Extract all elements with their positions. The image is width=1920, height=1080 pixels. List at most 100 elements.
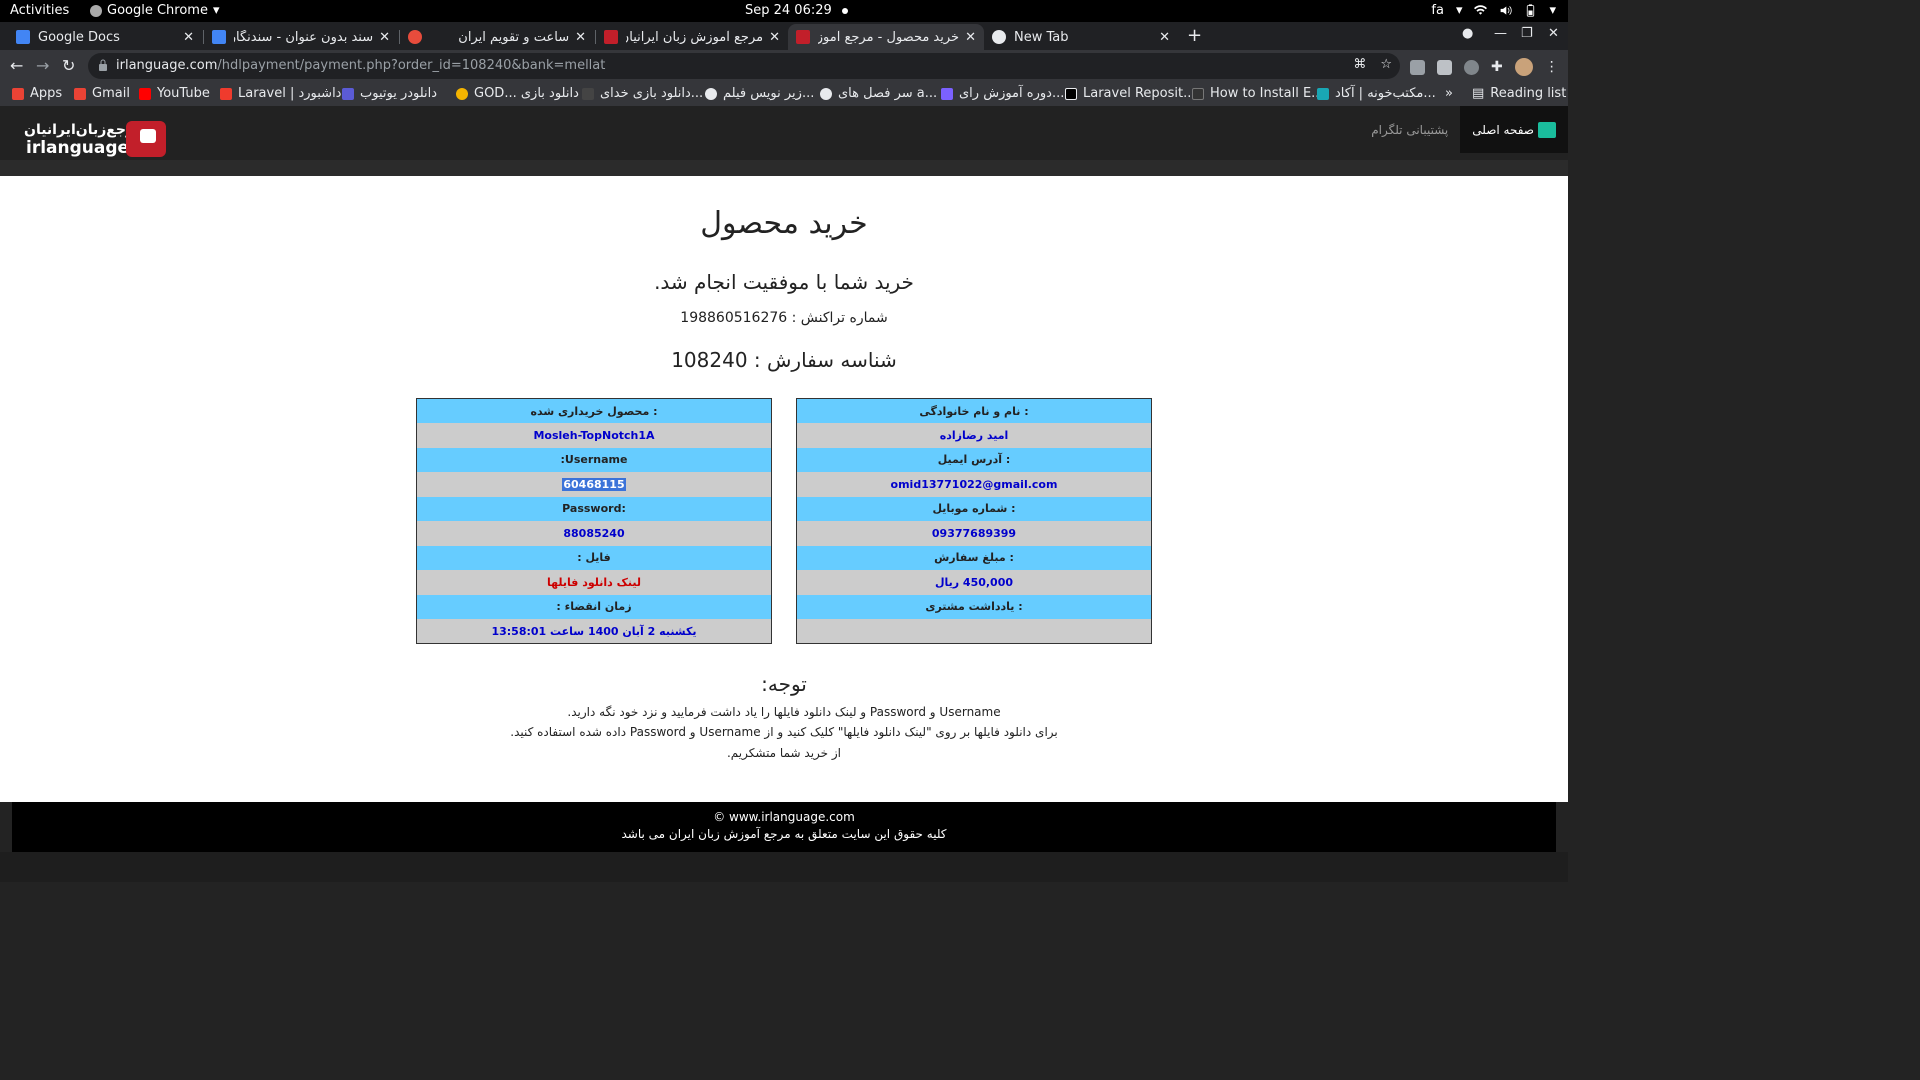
close-icon[interactable]: ✕: [769, 30, 780, 45]
success-message: خرید شما با موفقیت انجام شد.: [654, 270, 914, 294]
bookmark-chapters[interactable]: سر فصل های a...: [820, 86, 937, 101]
bookmark-label: سر فصل های a...: [838, 86, 938, 101]
bookmark-label: Laravel | داشبورد: [238, 86, 342, 101]
home-icon: [1538, 121, 1556, 138]
close-window-icon[interactable]: ✕: [1548, 26, 1559, 41]
bookmark-game-download[interactable]: دانلود بازی خدای...: [582, 86, 703, 101]
tab-irlanguage-home[interactable]: مرجع آموزش زبان ایرانیان - ✕: [596, 24, 788, 50]
tab-google-docs[interactable]: Google Docs ✕: [8, 24, 202, 50]
bookmark-maktabkhooneh[interactable]: مکتب‌خونه | آکاد...: [1317, 86, 1436, 101]
customer-name-label: : نام و نام خانوادگی: [796, 398, 1152, 423]
chrome-icon: [992, 30, 1006, 44]
restore-icon[interactable]: ❐: [1521, 26, 1533, 41]
bookmarks-overflow-icon[interactable]: »: [1445, 86, 1453, 101]
bookmark-course[interactable]: دوره آموزش رای...: [941, 86, 1064, 101]
avatar[interactable]: [1514, 58, 1533, 76]
app-menu-label: Google Chrome: [107, 3, 208, 18]
product-label: : محصول خریداری شده: [416, 398, 772, 423]
note-line-2: برای دانلود فایلها بر روی "لینک دانلود ف…: [510, 725, 1058, 739]
site-logo[interactable]: مرجع‌زبان‌ایرانیان irlanguage: [24, 118, 169, 160]
transaction-number: شماره تراکنش : 198860516276: [680, 310, 888, 326]
activities-button[interactable]: Activities: [10, 3, 69, 18]
tab-title: سند بدون عنوان - سندنگار: [234, 29, 374, 45]
main-content: خرید محصول خرید شما با موفقیت انجام شد. …: [0, 176, 1568, 802]
address-bar[interactable]: irlanguage.com/hdlpayment/payment.php?or…: [88, 53, 1400, 79]
lock-icon: [99, 59, 107, 71]
shield-icon[interactable]: [1437, 59, 1452, 75]
bookmark-god-game[interactable]: GOD... دانلود بازی: [456, 86, 579, 101]
note-line-1: Username و Password و لینک دانلود فایلها…: [567, 705, 1001, 719]
reading-list-button[interactable]: ▤ Reading list: [1472, 86, 1566, 101]
back-icon[interactable]: ←: [10, 56, 23, 75]
url-domain: irlanguage.com: [116, 58, 218, 73]
bookmark-label: دانلود بازی خدای...: [600, 86, 704, 101]
star-icon[interactable]: ☆: [1380, 57, 1392, 72]
new-tab-button[interactable]: +: [1187, 25, 1202, 46]
url-path: /hdlpayment/payment.php?order_id=108240&…: [217, 58, 606, 73]
password-value: 88085240: [416, 521, 772, 546]
tab-product-purchase[interactable]: خرید محصول - مرجع آموزش ✕: [788, 24, 984, 50]
tab-iran-calendar[interactable]: ساعت و تقویم ایران ✕: [400, 24, 594, 50]
bookmark-label: زیر نویس فیلم...: [723, 86, 815, 101]
bookmark-laravel-dashboard[interactable]: Laravel | داشبورد: [220, 86, 341, 101]
bookmark-apps[interactable]: Apps: [12, 86, 62, 101]
username-value[interactable]: 60468115: [562, 477, 626, 491]
bookmark-how-to-install[interactable]: How to Install E...: [1192, 86, 1324, 101]
menu-icon[interactable]: ⋮: [1545, 59, 1559, 75]
bookmarks-bar: Apps Gmail YouTube Laravel | داشبورد دان…: [0, 82, 1568, 106]
site-header: مرجع‌زبان‌ایرانیان irlanguage صفحه اصلی …: [0, 106, 1568, 160]
docs-icon: [212, 30, 226, 44]
subtitle-icon: [705, 87, 717, 100]
nav-home-link[interactable]: صفحه اصلی: [1460, 106, 1568, 153]
bookmark-subtitles[interactable]: زیر نویس فیلم...: [705, 86, 814, 101]
product-info-table: : محصول خریداری شده Mosleh-TopNotch1A Us…: [416, 398, 772, 644]
close-icon[interactable]: ✕: [1159, 30, 1170, 45]
gmail-icon: [74, 87, 86, 100]
note-line-3: از خرید شما متشکریم.: [726, 746, 842, 760]
close-icon[interactable]: ✕: [379, 30, 390, 45]
translate-icon[interactable]: ⌘: [1353, 57, 1366, 72]
bookmark-youtube-downloader[interactable]: دانلودر یوتیوب: [342, 86, 437, 101]
product-value: Mosleh-TopNotch1A: [416, 423, 772, 448]
puzzle-icon[interactable]: ✚: [1491, 59, 1503, 75]
page-bottom-background: [0, 852, 1568, 882]
app-menu[interactable]: Google Chrome ▾: [90, 3, 220, 18]
bookmark-youtube[interactable]: YouTube: [139, 86, 210, 101]
reload-icon[interactable]: ↻: [62, 56, 75, 75]
close-icon[interactable]: ✕: [965, 30, 976, 45]
forward-icon[interactable]: →: [36, 56, 49, 75]
email-label: : آدرس ایمیل: [796, 447, 1152, 472]
bookmark-gmail[interactable]: Gmail: [74, 86, 130, 101]
bookmark-label: دوره آموزش رای...: [959, 86, 1065, 101]
system-tray[interactable]: fa ▾ ▾: [1431, 3, 1556, 18]
tab-search-icon[interactable]: ●: [1462, 26, 1473, 41]
mobile-value: 09377689399: [796, 521, 1152, 546]
clock[interactable]: Sep 24 06:29: [745, 3, 848, 18]
chevron-down-icon: ▾: [212, 3, 220, 18]
close-icon[interactable]: ✕: [575, 30, 586, 45]
tab-sanadnegar[interactable]: سند بدون عنوان - سندنگار ✕: [204, 24, 398, 50]
extension-icon[interactable]: [1464, 59, 1479, 75]
order-amount-label: : مبلغ سفارش: [796, 545, 1152, 570]
close-icon[interactable]: ✕: [183, 30, 194, 45]
chevron-down-icon: ▾: [1455, 3, 1463, 18]
bookmark-label: YouTube: [157, 86, 210, 101]
bookmark-label: GOD... دانلود بازی: [474, 86, 579, 101]
expiry-label: زمان انقضاء :: [416, 594, 772, 619]
minimize-icon[interactable]: —: [1494, 26, 1507, 41]
install-icon: [1192, 87, 1204, 100]
youtube-icon: [139, 87, 151, 100]
calendar-icon: [408, 30, 422, 44]
bookmark-laravel-repository[interactable]: Laravel Reposit...: [1065, 86, 1196, 101]
footer-copyright: © www.irlanguage.com: [713, 810, 855, 824]
username-label: Username:: [416, 447, 772, 472]
tab-new-tab[interactable]: New Tab ✕: [984, 24, 1178, 50]
file-label: فایل :: [416, 545, 772, 570]
maktabkhooneh-icon: [1317, 87, 1329, 100]
extension-icon[interactable]: [1410, 59, 1425, 75]
download-link[interactable]: لینک دانلود فایلها: [416, 570, 772, 595]
tab-title: ساعت و تقویم ایران: [458, 29, 570, 45]
nav-telegram-support-link[interactable]: پشتیبانی تلگرام: [1359, 106, 1460, 153]
note-title: توجه:: [761, 672, 807, 696]
keyboard-layout-label[interactable]: fa: [1431, 3, 1444, 18]
